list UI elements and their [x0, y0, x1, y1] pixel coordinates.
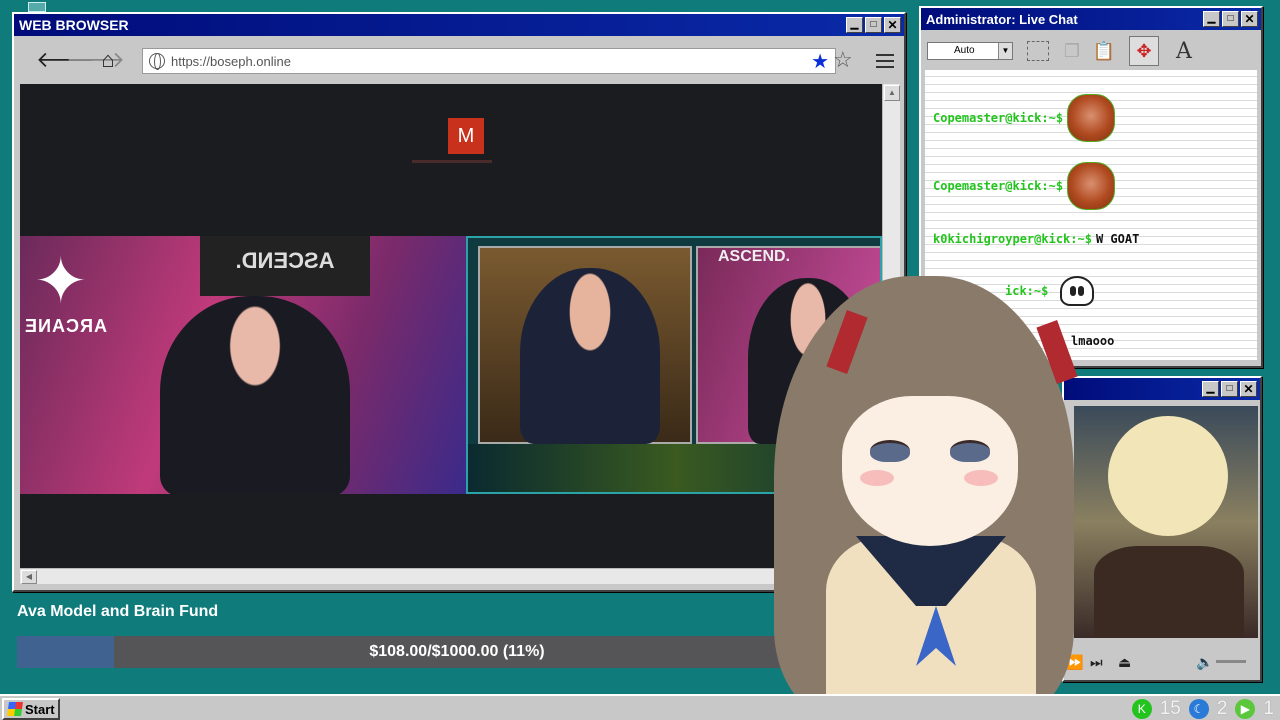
- eject-icon[interactable]: ⏏: [1118, 654, 1131, 671]
- taskbar: Start K 15 ☾ 2 ▶ 1: [0, 694, 1280, 720]
- minimize-button[interactable]: ▁: [1203, 11, 1220, 27]
- moon-icon[interactable]: ☾: [1188, 699, 1209, 719]
- maximize-button[interactable]: □: [865, 17, 882, 33]
- kick-viewer-count: 15: [1159, 698, 1181, 719]
- chat-titlebar[interactable]: Administrator: Live Chat ▁ □ ✕: [921, 8, 1261, 30]
- participant-name-bar: [412, 160, 492, 163]
- close-button[interactable]: ✕: [884, 17, 901, 33]
- maximize-button[interactable]: □: [1221, 381, 1238, 397]
- streamer-face-emote-icon: [1067, 94, 1116, 142]
- menu-hamburger-icon[interactable]: [876, 54, 894, 72]
- arcane-logo-text: ARCANE: [24, 316, 108, 336]
- video-feed-left: ASCEND. ✦ ARCANE: [20, 236, 466, 494]
- chevron-down-icon[interactable]: ▼: [998, 43, 1012, 59]
- album-art: [1074, 406, 1258, 638]
- chat-message: Copemaster@kick:~$: [933, 94, 1116, 142]
- person-silhouette: [520, 268, 660, 444]
- copy-icon[interactable]: ❐: [1057, 36, 1087, 66]
- desktop-icon[interactable]: [28, 2, 46, 12]
- avatar-face: [842, 396, 1018, 546]
- chat-toolbar: Auto ▼ ❐ 📋 ✥ A: [923, 32, 1259, 68]
- moon-count: 2: [1216, 698, 1228, 719]
- media-player-window: ▁ □ ✕ ⏩ ⏭ ⏏ 🔈: [1062, 376, 1262, 682]
- paste-icon[interactable]: 📋: [1089, 36, 1119, 66]
- system-tray: K 15 ☾ 2 ▶ 1: [1131, 696, 1274, 720]
- wall-banner: ASCEND.: [718, 248, 791, 265]
- chat-title: Administrator: Live Chat: [926, 11, 1078, 27]
- chat-username[interactable]: Copemaster@kick:~$: [933, 179, 1063, 193]
- media-controls: ⏩ ⏭ ⏏ 🔈: [1064, 648, 1260, 676]
- chat-text: W GOAT: [1095, 232, 1140, 246]
- horizontal-scrollbar[interactable]: ◀: [20, 568, 882, 584]
- fund-title: Ava Model and Brain Fund: [17, 603, 219, 620]
- browser-nav: 🡐 🡒 ⌂ https://boseph.online ★ ☆: [18, 40, 900, 80]
- volume-slider[interactable]: [1216, 660, 1246, 663]
- video-viewport: M ASCEND. ✦ ARCANE ASCEND.: [20, 84, 882, 568]
- windows-flag-icon: [7, 702, 23, 716]
- maximize-button[interactable]: □: [1222, 11, 1239, 27]
- chat-username[interactable]: Copemaster@kick:~$: [933, 111, 1063, 125]
- close-button[interactable]: ✕: [1241, 11, 1258, 27]
- move-tool-icon[interactable]: ✥: [1129, 36, 1159, 66]
- start-button[interactable]: Start: [2, 698, 60, 720]
- close-button[interactable]: ✕: [1240, 381, 1257, 397]
- browser-title: WEB BROWSER: [19, 17, 129, 33]
- character-head: [1108, 416, 1228, 536]
- video-tile-guest: [478, 246, 692, 444]
- streamer-face-emote-icon: [1067, 162, 1116, 210]
- zoom-value: Auto: [954, 45, 975, 56]
- participant-avatar: M: [448, 118, 484, 154]
- person-silhouette: [160, 296, 350, 494]
- select-tool-icon[interactable]: [1023, 36, 1053, 66]
- right-eye: [950, 440, 990, 462]
- url-text: https://boseph.online: [171, 53, 291, 69]
- bookmark-star-filled-icon[interactable]: ★: [811, 49, 829, 74]
- arcane-star-logo-icon: ✦: [34, 245, 88, 317]
- favorites-star-icon[interactable]: ☆: [833, 47, 853, 73]
- chat-username[interactable]: k0kichigroyper@kick:~$: [933, 232, 1092, 246]
- forward-arrow-icon[interactable]: 🡒: [66, 47, 125, 73]
- chat-message: Copemaster@kick:~$: [933, 162, 1116, 210]
- volume-icon[interactable]: 🔈: [1196, 654, 1213, 671]
- globe-icon: [149, 53, 165, 70]
- play-icon[interactable]: ▶: [1235, 699, 1256, 719]
- start-label: Start: [25, 701, 55, 717]
- back-arrow-icon[interactable]: 🡐: [36, 47, 95, 73]
- media-titlebar[interactable]: ▁ □ ✕: [1064, 378, 1260, 400]
- zoom-select[interactable]: Auto ▼: [927, 42, 1013, 60]
- right-blush: [964, 470, 998, 486]
- text-tool-icon[interactable]: A: [1169, 36, 1199, 66]
- left-blush: [860, 470, 894, 486]
- minimize-button[interactable]: ▁: [846, 17, 863, 33]
- vtuber-avatar: [756, 266, 1092, 720]
- left-eye: [870, 440, 910, 462]
- scroll-left-icon[interactable]: ◀: [21, 570, 37, 584]
- play-count: 1: [1263, 698, 1274, 719]
- scroll-up-icon[interactable]: ▲: [884, 85, 900, 101]
- character-sweater: [1094, 546, 1244, 638]
- chat-message: k0kichigroyper@kick:~$ W GOAT: [933, 232, 1139, 246]
- home-icon[interactable]: ⌂: [96, 47, 120, 73]
- wall-banner: ASCEND.: [200, 236, 370, 296]
- kick-icon[interactable]: K: [1131, 699, 1152, 719]
- address-bar[interactable]: https://boseph.online ★: [142, 48, 836, 74]
- browser-titlebar[interactable]: WEB BROWSER ▁ □ ✕: [14, 14, 904, 36]
- minimize-button[interactable]: ▁: [1202, 381, 1219, 397]
